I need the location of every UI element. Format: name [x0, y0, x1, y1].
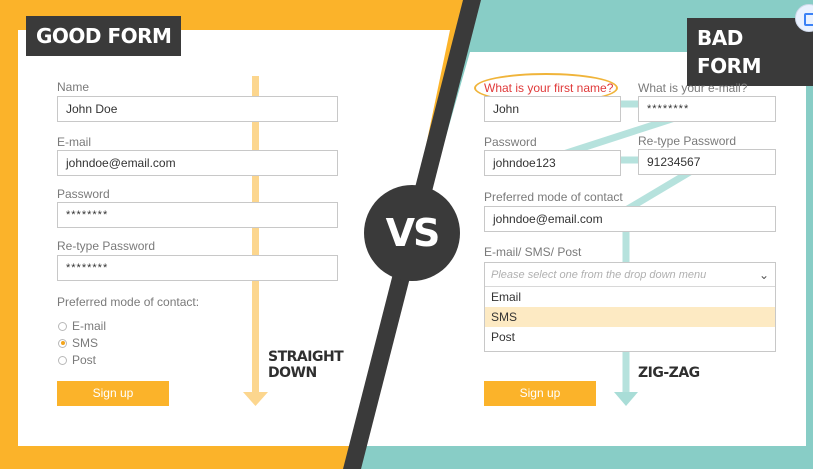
bad-form-title: BAD FORM [687, 18, 813, 86]
good-contact-label: Preferred mode of contact: [57, 295, 200, 309]
good-name-input[interactable]: John Doe [57, 96, 338, 122]
dropdown-option-sms[interactable]: SMS [485, 307, 775, 327]
bad-password-label: Password [484, 135, 537, 149]
radio-post[interactable]: Post [58, 353, 96, 367]
straight-down-note-line2: DOWN [268, 365, 317, 381]
bad-retype-label: Re-type Password [638, 134, 737, 148]
bad-password-input[interactable]: johndoe123 [484, 150, 621, 176]
dropdown-placeholder: Please select one from the drop down men… [491, 269, 707, 281]
bad-email-label: What is your e-mail? [638, 81, 748, 95]
vs-badge: VS [364, 185, 460, 281]
bad-signup-button[interactable]: Sign up [484, 381, 596, 406]
radio-post-label: Post [72, 353, 97, 367]
bad-contact-label: Preferred mode of contact [484, 190, 623, 204]
bad-retype-input[interactable]: 91234567 [638, 149, 776, 175]
radio-post-circle[interactable] [58, 355, 67, 365]
good-retype-input[interactable]: ******** [57, 255, 338, 281]
straight-down-note-line1: STRAIGHT [268, 349, 344, 365]
good-email-label: E-mail [57, 135, 92, 149]
dropdown-option-email[interactable]: Email [485, 287, 775, 307]
good-form-title: GOOD FORM [26, 16, 182, 56]
dropdown-option-post[interactable]: Post [485, 327, 775, 347]
bad-contact-input[interactable]: johndoe@email.com [484, 206, 776, 232]
radio-sms[interactable]: SMS [58, 336, 98, 350]
radio-sms-label: SMS [72, 336, 99, 350]
zig-zag-note: ZIG-ZAG [638, 365, 700, 381]
chevron-down-icon[interactable]: ⌄ [759, 263, 769, 287]
dropdown-header[interactable]: Please select one from the drop down men… [485, 263, 775, 287]
bad-firstname-input[interactable]: John [484, 96, 621, 122]
radio-email-circle[interactable] [58, 321, 67, 331]
good-signup-button[interactable]: Sign up [57, 381, 169, 406]
radio-email[interactable]: E-mail [58, 319, 106, 333]
radio-email-label: E-mail [72, 319, 107, 333]
good-email-input[interactable]: johndoe@email.com [57, 150, 338, 176]
straight-down-note: STRAIGHT DOWN [268, 349, 344, 381]
good-password-label: Password [57, 187, 110, 201]
good-retype-label: Re-type Password [57, 239, 156, 253]
good-password-input[interactable]: ******** [57, 202, 338, 228]
good-name-label: Name [57, 80, 90, 94]
bad-email-input[interactable]: ******** [638, 96, 776, 122]
radio-sms-circle[interactable] [58, 338, 67, 348]
bad-channel-label: E-mail/ SMS/ Post [484, 245, 582, 259]
channel-dropdown[interactable]: Please select one from the drop down men… [484, 262, 776, 352]
bad-firstname-label: What is your first name? [484, 81, 614, 95]
